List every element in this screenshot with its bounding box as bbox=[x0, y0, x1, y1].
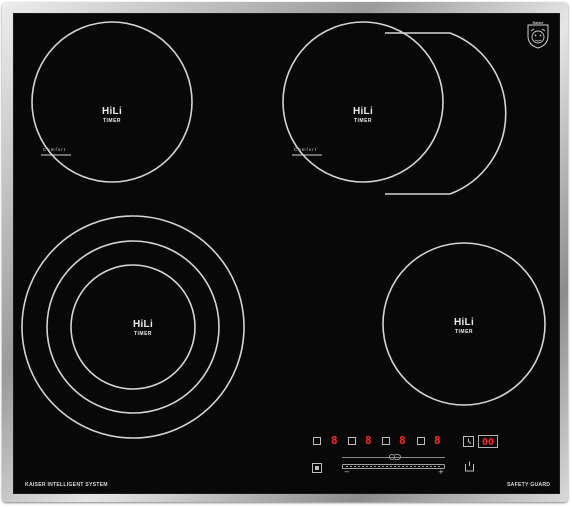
zone-brand-text: HiLi bbox=[101, 106, 123, 117]
zone-top-right-ring bbox=[282, 21, 444, 183]
zone-timer-text: TIMER bbox=[133, 331, 153, 337]
zone-timer-text: TIMER bbox=[102, 118, 122, 124]
clock-icon[interactable] bbox=[463, 436, 474, 447]
zone-top-left-comfort: Comfort bbox=[43, 147, 67, 152]
slider-minus[interactable]: − bbox=[344, 469, 350, 476]
zone-timer-text: TIMER bbox=[454, 329, 474, 335]
zone-timer-text: TIMER bbox=[353, 118, 373, 124]
zone-select-button-3[interactable] bbox=[382, 437, 390, 445]
slider-scale bbox=[346, 466, 441, 467]
zone-power-level-1: 8 bbox=[331, 434, 338, 447]
timer-display: 00 bbox=[478, 435, 498, 448]
power-icon[interactable] bbox=[464, 461, 475, 472]
power-slider[interactable] bbox=[342, 464, 445, 469]
cooking-zone-rings bbox=[21, 21, 546, 439]
zone-select-button-2[interactable] bbox=[348, 437, 356, 445]
zone-power-level-2: 8 bbox=[365, 434, 372, 447]
zone-top-left-ring bbox=[31, 21, 193, 183]
stainless-frame: HiLi TIMER Comfort HiLi TIMER Comfort Hi… bbox=[2, 2, 568, 502]
zone-top-right-label: HiLi TIMER bbox=[353, 106, 373, 124]
zone-bottom-left-label: HiLi TIMER bbox=[133, 319, 153, 337]
zone-select-button-1[interactable] bbox=[313, 437, 321, 445]
ceramic-glass-surface: HiLi TIMER Comfort HiLi TIMER Comfort Hi… bbox=[13, 13, 560, 494]
kaiser-bulldog-logo bbox=[527, 24, 549, 49]
zone-top-left-label: HiLi TIMER bbox=[102, 106, 122, 124]
zone-brand-text: HiLi bbox=[132, 319, 154, 330]
zone-power-level-4: 8 bbox=[434, 434, 441, 447]
lock-icon[interactable] bbox=[312, 463, 322, 473]
zone-top-right-extension bbox=[385, 32, 507, 195]
zone-top-right-comfort: Comfort bbox=[294, 147, 318, 152]
zone-brand-text: HiLi bbox=[352, 106, 374, 117]
slider-bracket-line bbox=[342, 457, 445, 458]
zone-brand-text: HiLi bbox=[453, 317, 475, 328]
logo-text: Kaiser bbox=[532, 21, 544, 25]
footer-left-text: KAISER INTELLIGENT SYSTEM bbox=[25, 482, 108, 488]
footer-right-text: SAFETY GUARD bbox=[507, 482, 551, 488]
slider-plus[interactable]: + bbox=[438, 469, 444, 476]
zone-bottom-right-label: HiLi TIMER bbox=[454, 317, 474, 335]
zone-select-button-4[interactable] bbox=[417, 437, 425, 445]
zone-power-level-3: 8 bbox=[399, 434, 406, 447]
